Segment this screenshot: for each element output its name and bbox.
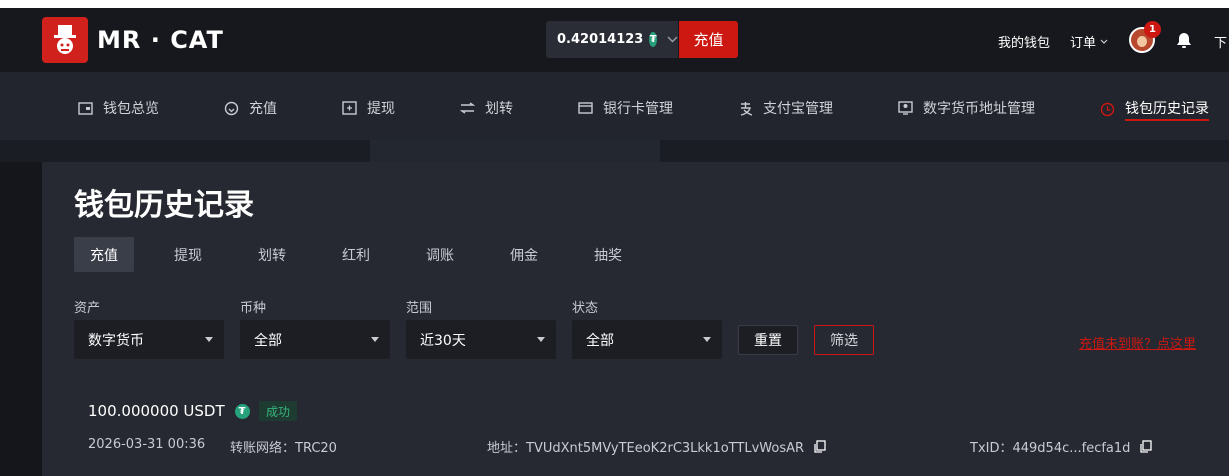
crypto-address-icon [897, 101, 913, 115]
page-title: 钱包历史记录 [74, 188, 254, 223]
currency-select-value: 全部 [254, 332, 282, 349]
record-time: 2026-03-31 00:36 [88, 437, 206, 452]
record-amount: 100.000000 USDT ₮ [88, 402, 250, 420]
top-strip [0, 0, 1229, 8]
cat-hat-logo-icon [54, 25, 76, 54]
nav-label: 划转 [485, 101, 513, 117]
nav-label: 充值 [249, 101, 277, 117]
wallet-nav: 钱包总览 充值 提现 划转 银行卡管理 支付宝管理 数字货币地址管理 钱包历史记… [0, 72, 1229, 140]
asset-select-value: 数字货币 [88, 332, 144, 349]
tab-commission[interactable]: 佣金 [494, 237, 554, 272]
deposit-icon [223, 101, 239, 115]
nav-label: 提现 [367, 101, 395, 117]
tether-icon: ₮ [649, 32, 657, 47]
nav-label: 银行卡管理 [603, 101, 673, 117]
my-wallet-link[interactable]: 我的钱包 [998, 32, 1050, 51]
record-address: 地址：TVUdXnt5MVyTEeoK2rC3Lkk1oTTLvWosAR [487, 437, 826, 456]
history-icon [1099, 102, 1115, 117]
nav-item-withdraw[interactable]: 提现 [341, 98, 395, 118]
bell-icon[interactable] [1176, 32, 1192, 53]
nav-item-transfer[interactable]: 划转 [459, 98, 513, 118]
asset-filter-label: 资产 [74, 301, 101, 316]
balance-dropdown[interactable]: 0.42014123 ₮ [546, 21, 678, 58]
bank-card-icon [577, 101, 593, 115]
caret-down-icon [205, 337, 213, 342]
copy-icon[interactable] [814, 440, 826, 453]
caret-down-icon [371, 337, 379, 342]
nav-item-wallet-overview[interactable]: 钱包总览 [77, 98, 159, 118]
notification-count-badge: 1 [1144, 21, 1161, 38]
withdraw-icon [341, 101, 357, 115]
tab-bonus[interactable]: 红利 [326, 237, 386, 272]
header-deposit-button[interactable]: 充值 [679, 21, 738, 58]
record-network: 转账网络：TRC20 [230, 441, 337, 456]
banner-decoration [370, 140, 660, 162]
orders-label: 订单 [1070, 36, 1097, 51]
reset-button[interactable]: 重置 [738, 325, 798, 355]
range-select-value: 近30天 [420, 332, 466, 349]
range-filter-label: 范围 [406, 301, 433, 316]
status-select-value: 全部 [586, 332, 614, 349]
nav-item-bank-card[interactable]: 银行卡管理 [577, 98, 673, 118]
range-select[interactable]: 近30天 [406, 320, 556, 359]
currency-filter-label: 币种 [240, 301, 267, 316]
nav-label: 支付宝管理 [763, 101, 833, 117]
transfer-icon [459, 101, 475, 115]
tab-deposit[interactable]: 充值 [74, 237, 134, 272]
record-amount-value: 100.000000 USDT [88, 402, 225, 420]
copy-icon[interactable] [1140, 440, 1153, 453]
nav-label: 钱包总览 [103, 101, 159, 117]
history-panel: 钱包历史记录 充值 提现 划转 红利 调账 佣金 抽奖 资产 数字货币 币种 全… [42, 162, 1229, 476]
currency-select[interactable]: 全部 [240, 320, 390, 359]
nav-item-deposit[interactable]: 充值 [223, 98, 277, 118]
record-address-value: 地址：TVUdXnt5MVyTEeoK2rC3Lkk1oTTLvWosAR [487, 441, 805, 456]
nav-label: 数字货币地址管理 [923, 101, 1035, 117]
record-txid-value: TxID：449d54c...fecfa1d [970, 441, 1131, 456]
chevron-down-icon [1100, 39, 1108, 44]
caret-down-icon [703, 337, 711, 342]
filter-button[interactable]: 筛选 [814, 325, 874, 355]
orders-menu[interactable]: 订单 [1070, 32, 1108, 51]
wallet-icon [77, 101, 93, 115]
status-badge: 成功 [259, 401, 298, 421]
status-filter-label: 状态 [572, 301, 599, 316]
tab-transfer[interactable]: 划转 [242, 237, 302, 272]
alipay-icon [737, 101, 753, 116]
download-link[interactable]: 下 [1214, 32, 1227, 51]
nav-item-crypto-address[interactable]: 数字货币地址管理 [897, 98, 1035, 118]
status-select[interactable]: 全部 [572, 320, 722, 359]
top-header: MR · CAT 0.42014123 ₮ 充值 我的钱包 订单 1 下 [0, 8, 1229, 72]
chevron-down-icon [667, 33, 678, 46]
tab-withdraw[interactable]: 提现 [158, 237, 218, 272]
tab-adjustment[interactable]: 调账 [410, 237, 470, 272]
brand-name: MR · CAT [97, 26, 224, 54]
balance-value: 0.42014123 [557, 32, 644, 47]
deposit-help-link[interactable]: 充值未到账？点这里 [1079, 333, 1196, 352]
nav-item-wallet-history[interactable]: 钱包历史记录 [1099, 98, 1209, 121]
caret-down-icon [537, 337, 545, 342]
nav-item-alipay[interactable]: 支付宝管理 [737, 98, 833, 118]
record-txid: TxID：449d54c...fecfa1d [970, 437, 1153, 456]
asset-select[interactable]: 数字货币 [74, 320, 224, 359]
nav-label: 钱包历史记录 [1125, 98, 1209, 121]
logo[interactable] [42, 17, 88, 63]
tether-icon: ₮ [234, 403, 250, 419]
tab-lottery[interactable]: 抽奖 [578, 237, 638, 272]
